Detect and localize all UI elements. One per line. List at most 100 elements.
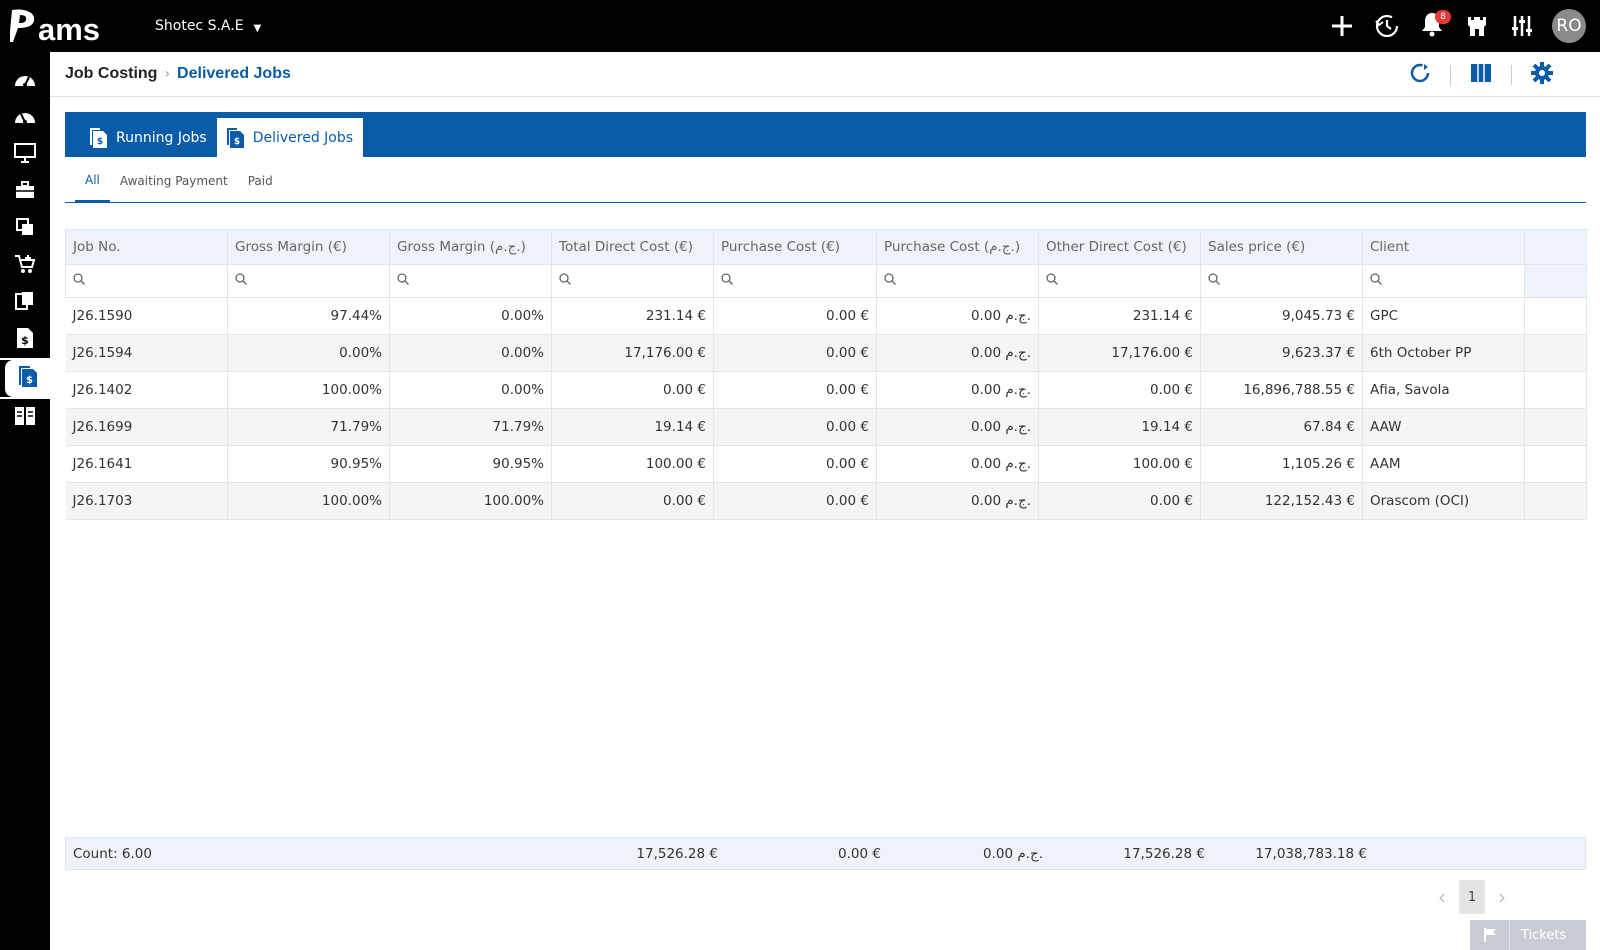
cell-total-direct-cost: 231.14 € bbox=[551, 297, 714, 335]
subtab-all[interactable]: All bbox=[75, 160, 110, 202]
sidebar-item-dashboard[interactable] bbox=[0, 62, 50, 99]
filter-cell[interactable] bbox=[1038, 264, 1201, 298]
table-row[interactable]: J26.1402 100.00% 0.00% 0.00 €0.00 €0.00 ج.م… bbox=[65, 371, 1587, 409]
sidebar-item-files[interactable] bbox=[0, 284, 50, 321]
search-icon bbox=[721, 273, 733, 289]
columns-button[interactable] bbox=[1451, 52, 1511, 97]
column-header-total-direct-cost[interactable]: Total Direct Cost (€) bbox=[551, 229, 714, 265]
cell-job-no: J26.1590 bbox=[65, 297, 228, 335]
filter-cell[interactable] bbox=[551, 264, 714, 298]
summary-purchase-cost-eur: 0.00 € bbox=[838, 846, 881, 862]
tab-running-jobs[interactable]: $ Running Jobs bbox=[80, 118, 217, 157]
cell-client: Afia, Savola bbox=[1362, 371, 1525, 409]
notifications-button[interactable]: 8 bbox=[1409, 0, 1454, 52]
tab-bar: $ Running Jobs $ Delivered Jobs bbox=[65, 112, 1586, 157]
cell-purchase-cost-eur: 0.00 € bbox=[713, 297, 877, 335]
sidebar-item-monitor[interactable] bbox=[0, 136, 50, 173]
table-row[interactable]: J26.1699 71.79% 71.79% 19.14 €0.00 €0.00 ج.… bbox=[65, 408, 1587, 446]
plus-icon[interactable] bbox=[1319, 0, 1364, 52]
cell-total-direct-cost: 0.00 € bbox=[551, 371, 714, 409]
filter-cell[interactable] bbox=[876, 264, 1039, 298]
filter-cell[interactable] bbox=[65, 264, 228, 298]
column-header-spacer bbox=[1524, 229, 1587, 265]
chevron-left-icon[interactable]: ‹ bbox=[1425, 880, 1459, 914]
invoice-dollar-icon: $ bbox=[226, 127, 245, 148]
table-row[interactable]: J26.1594 0.00% 0.00% 17,176.00 €0.00 €0.00 … bbox=[65, 334, 1587, 372]
cell-client: 6th October PP bbox=[1362, 334, 1525, 372]
files-icon bbox=[15, 291, 35, 315]
cell-spacer bbox=[1524, 371, 1587, 409]
page-number[interactable]: 1 bbox=[1459, 880, 1485, 914]
column-header-gross-margin-egp[interactable]: Gross Margin (ج.م.) bbox=[389, 229, 552, 265]
invoice-dollar-icon: $ bbox=[16, 327, 34, 353]
dashboard-icon bbox=[14, 70, 36, 92]
avatar[interactable]: RO bbox=[1552, 9, 1586, 43]
sidebar-item-briefcase[interactable] bbox=[0, 173, 50, 210]
column-header-gross-margin-eur[interactable]: Gross Margin (€) bbox=[227, 229, 390, 265]
table-row[interactable]: J26.1590 97.44% 0.00% 231.14 €0.00 €0.00 ج.… bbox=[65, 297, 1587, 335]
sidebar-item-cart[interactable] bbox=[0, 247, 50, 284]
cell-gross-margin-egp: 0.00% bbox=[389, 334, 552, 372]
column-header-job-no[interactable]: Job No. bbox=[65, 229, 228, 265]
cell-gross-margin-egp: 0.00% bbox=[389, 297, 552, 335]
cell-purchase-cost-eur: 0.00 € bbox=[713, 334, 877, 372]
summary-total-direct-cost: 17,526.28 € bbox=[636, 846, 718, 862]
subtab-awaiting-payment[interactable]: Awaiting Payment bbox=[110, 160, 238, 202]
cell-client: AAM bbox=[1362, 445, 1525, 483]
job-costing-icon: $ bbox=[18, 365, 37, 392]
company-selector[interactable]: Shotec S.A.E ▼ bbox=[155, 18, 261, 34]
svg-text:$: $ bbox=[97, 137, 103, 147]
briefcase-icon bbox=[15, 180, 35, 203]
monitor-icon bbox=[14, 142, 36, 167]
cell-total-direct-cost: 17,176.00 € bbox=[551, 334, 714, 372]
column-header-other-direct-cost[interactable]: Other Direct Cost (€) bbox=[1038, 229, 1201, 265]
column-header-sales-price[interactable]: Sales price (€) bbox=[1200, 229, 1363, 265]
column-header-client[interactable]: Client bbox=[1362, 229, 1525, 265]
cell-spacer bbox=[1524, 297, 1587, 335]
filter-cell[interactable] bbox=[227, 264, 390, 298]
sidebar-item-documents[interactable] bbox=[0, 210, 50, 247]
column-header-purchase-cost-eur[interactable]: Purchase Cost (€) bbox=[713, 229, 877, 265]
chevron-right-icon[interactable]: › bbox=[1485, 880, 1519, 914]
summary-other-direct-cost: 17,526.28 € bbox=[1123, 846, 1205, 862]
cell-gross-margin-egp: 0.00% bbox=[389, 371, 552, 409]
filter-cell[interactable] bbox=[1362, 264, 1525, 298]
tickets-button[interactable]: Tickets bbox=[1470, 920, 1586, 950]
svg-text:$: $ bbox=[234, 137, 240, 147]
filter-cell[interactable] bbox=[1200, 264, 1363, 298]
cell-gross-margin-eur: 100.00% bbox=[227, 482, 390, 520]
settings-button[interactable] bbox=[1512, 52, 1572, 97]
documents-icon bbox=[15, 217, 35, 241]
sidebar-item-job-costing[interactable]: $ bbox=[5, 360, 50, 397]
refresh-button[interactable] bbox=[1390, 52, 1450, 97]
filter-cell[interactable] bbox=[389, 264, 552, 298]
column-header-purchase-cost-egp[interactable]: Purchase Cost (ج.م.) bbox=[876, 229, 1039, 265]
page-header: Job Costing › Delivered Jobs bbox=[50, 52, 1600, 97]
tab-delivered-jobs[interactable]: $ Delivered Jobs bbox=[216, 118, 364, 157]
table-row[interactable]: J26.1703 100.00% 100.00% 0.00 €0.00 €0.00 ج… bbox=[65, 482, 1587, 520]
sidebar-item-layout[interactable] bbox=[0, 399, 50, 436]
cell-other-direct-cost: 19.14 € bbox=[1038, 408, 1201, 446]
cell-job-no: J26.1402 bbox=[65, 371, 228, 409]
sliders-icon[interactable] bbox=[1499, 0, 1544, 52]
history-icon[interactable] bbox=[1364, 0, 1409, 52]
layout-icon bbox=[14, 406, 36, 430]
subtab-paid[interactable]: Paid bbox=[238, 160, 283, 202]
sidebar-item-dashboard-2[interactable] bbox=[0, 99, 50, 136]
cell-gross-margin-egp: 90.95% bbox=[389, 445, 552, 483]
gear-icon bbox=[1531, 61, 1553, 88]
pams-logo[interactable]: ams bbox=[0, 0, 135, 52]
cell-total-direct-cost: 19.14 € bbox=[551, 408, 714, 446]
tab-label: Running Jobs bbox=[116, 129, 207, 146]
cell-purchase-cost-egp: 0.00 ج.م. bbox=[876, 371, 1039, 409]
table-row[interactable]: J26.1641 90.95% 90.95% 100.00 €0.00 €0.00 ج… bbox=[65, 445, 1587, 483]
filter-cell[interactable] bbox=[713, 264, 877, 298]
breadcrumb-root[interactable]: Job Costing bbox=[65, 65, 157, 83]
cell-spacer bbox=[1524, 408, 1587, 446]
summary-sales-price: 17,038,783.18 € bbox=[1255, 846, 1367, 862]
search-icon bbox=[73, 273, 85, 289]
castle-icon[interactable] bbox=[1454, 0, 1499, 52]
search-icon bbox=[235, 273, 247, 289]
top-bar: ams Shotec S.A.E ▼ 8 RO bbox=[0, 0, 1600, 52]
sidebar-item-invoice[interactable]: $ bbox=[0, 321, 50, 358]
